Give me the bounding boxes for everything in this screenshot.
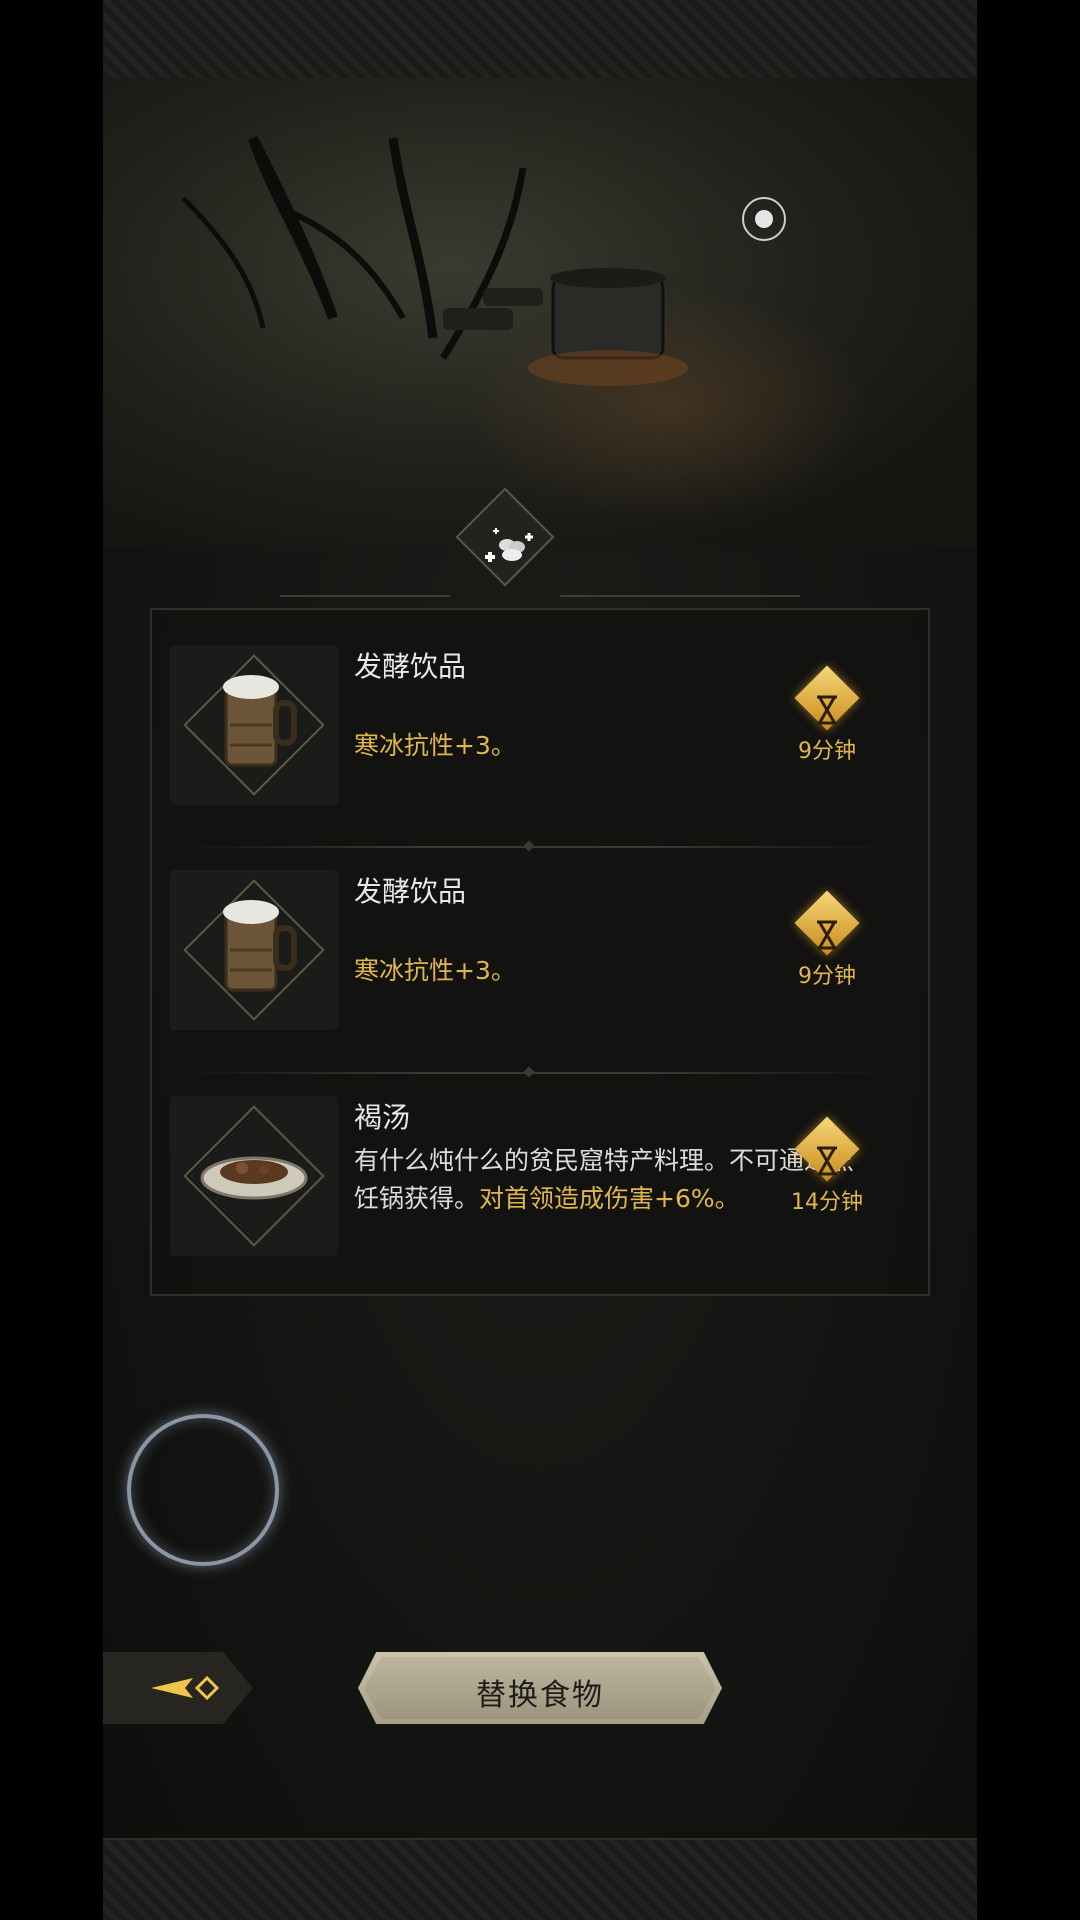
food-thumbnail	[170, 1096, 338, 1256]
food-item[interactable]: 发酵饮品 寒冰抗性+3。 9分钟	[168, 645, 888, 805]
replace-food-button[interactable]: 替换食物	[358, 1652, 722, 1724]
bottom-ornament-border	[103, 1838, 977, 1920]
duration-text: 14分钟	[791, 1190, 863, 1215]
replace-food-label: 替换食物	[476, 1678, 604, 1713]
duration-timer: 9分钟	[772, 890, 882, 990]
food-item[interactable]: 发酵饮品 寒冰抗性+3。 9分钟	[168, 870, 888, 1030]
duration-text: 9分钟	[798, 964, 856, 989]
food-name: 发酵饮品	[354, 875, 467, 908]
item-divider	[185, 840, 885, 852]
duration-timer: 9分钟	[772, 665, 882, 765]
food-thumbnail	[170, 870, 338, 1030]
food-name: 褐汤	[354, 1101, 411, 1134]
top-ornament-border	[103, 0, 977, 80]
emblem-left-line	[280, 595, 450, 597]
back-arrow-icon	[151, 1675, 220, 1701]
duration-text: 9分钟	[798, 739, 856, 764]
food-thumbnail	[170, 645, 338, 805]
stew-plate-icon	[200, 1156, 308, 1200]
record-button[interactable]	[742, 197, 786, 241]
hourglass-icon	[817, 920, 837, 950]
food-item[interactable]: 褐汤 有什么炖什么的贫民窟特产料理。不可通过烹饪锅获得。对首领造成伤害+6%。 …	[168, 1096, 888, 1256]
duration-timer: 14分钟	[772, 1116, 882, 1216]
campfire-scene-art	[103, 78, 977, 548]
emblem-right-line	[560, 595, 800, 597]
record-dot-icon	[755, 210, 773, 228]
hourglass-icon	[817, 695, 837, 725]
food-plus-icon	[485, 528, 533, 562]
beer-mug-icon	[223, 675, 297, 767]
food-name: 发酵饮品	[354, 650, 467, 683]
hourglass-icon	[817, 1146, 837, 1176]
back-button[interactable]	[103, 1652, 253, 1724]
virtual-joystick-ring[interactable]	[127, 1414, 279, 1566]
beer-mug-icon	[223, 900, 297, 992]
item-divider	[185, 1066, 885, 1078]
